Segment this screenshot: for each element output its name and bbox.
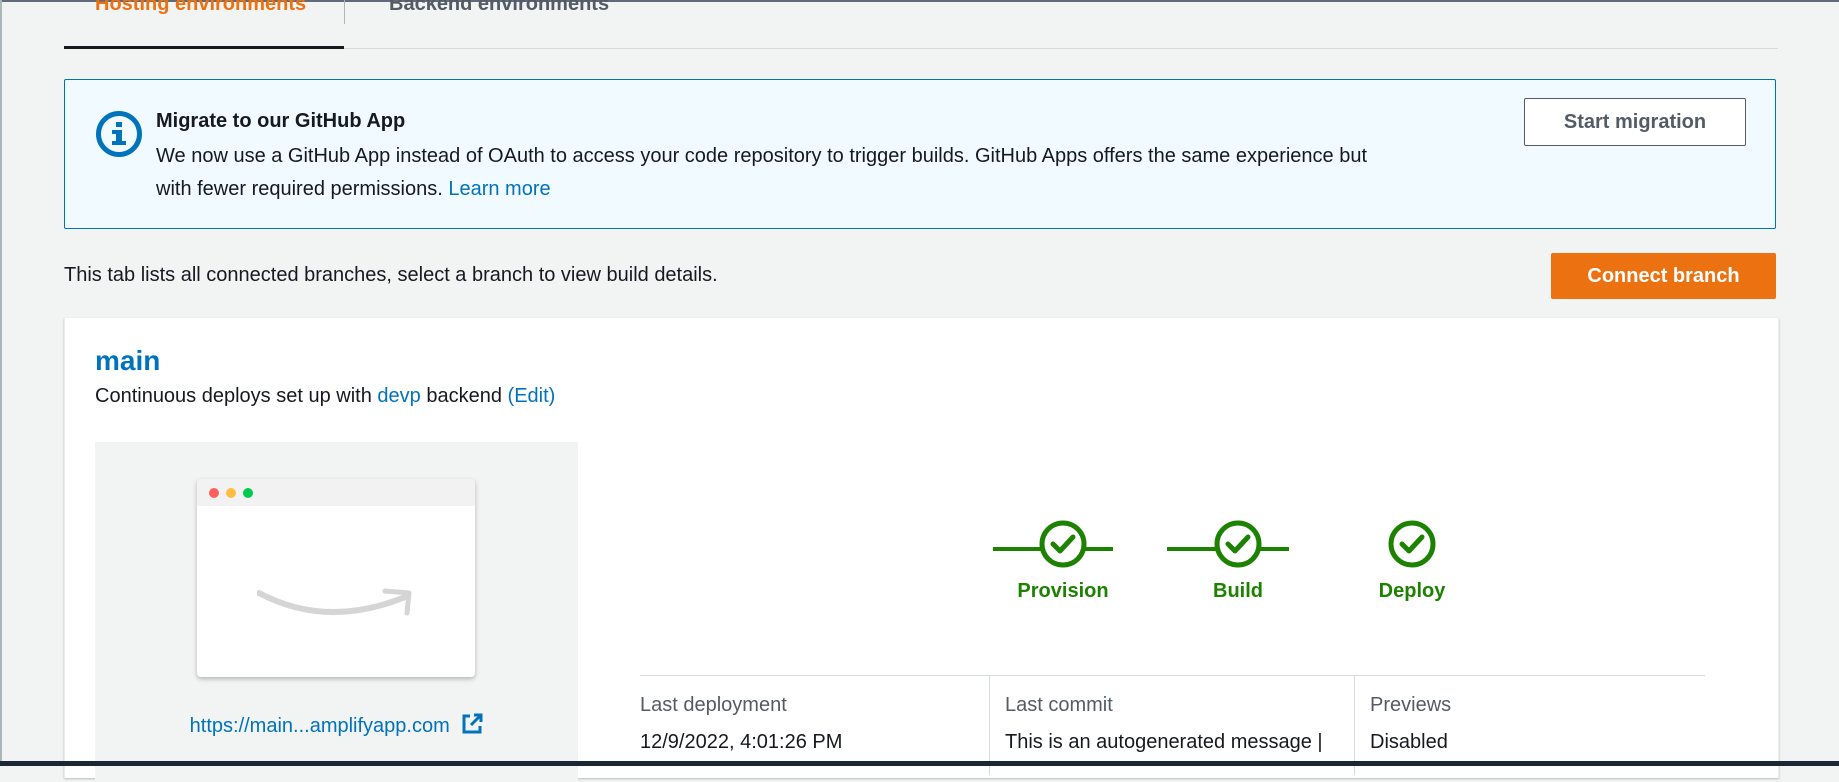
tab-label: Backend environments <box>389 0 610 15</box>
last-deployment-value: 12/9/2022, 4:01:26 PM <box>640 731 843 753</box>
last-commit-value: This is an autogenerated message | <box>1005 731 1323 753</box>
app-url-link[interactable]: https://main...amplifyapp.com <box>95 713 578 738</box>
close-dot-icon <box>209 488 219 498</box>
meta-divider <box>640 675 1705 676</box>
deploy-check-icon <box>1388 520 1436 568</box>
build-pipeline-status: Provision Build Deploy <box>935 520 1505 640</box>
app-preview-panel: https://main...amplifyapp.com <box>95 442 578 782</box>
step-label-build: Build <box>1213 580 1263 602</box>
tab-label: Hosting environments <box>95 0 307 15</box>
banner-title: Migrate to our GitHub App <box>156 110 406 132</box>
backend-env-link[interactable]: devp <box>377 385 420 407</box>
browser-title-bar <box>197 479 475 506</box>
maximize-dot-icon <box>243 488 253 498</box>
backend-info-prefix: Continuous deploys set up with <box>95 385 372 407</box>
step-label-provision: Provision <box>1017 580 1109 602</box>
amazon-smile-logo-icon <box>257 588 412 616</box>
edit-backend-link[interactable]: (Edit) <box>508 385 556 407</box>
provision-check-icon <box>1039 520 1087 568</box>
minimize-dot-icon <box>226 488 236 498</box>
step-label-deploy: Deploy <box>1378 580 1446 602</box>
window-bottom-border <box>0 761 1839 766</box>
banner-text-line2: with fewer required permissions. <box>156 178 443 200</box>
tab-hosting-environments[interactable]: Hosting environments <box>64 0 344 49</box>
last-commit-label: Last commit <box>1005 694 1113 716</box>
external-link-icon <box>462 713 483 734</box>
browser-preview-thumbnail[interactable] <box>197 479 475 677</box>
learn-more-link[interactable]: Learn more <box>448 178 550 200</box>
backend-info-suffix: backend <box>426 385 502 407</box>
info-icon <box>96 111 142 157</box>
meta-column-divider <box>1354 675 1355 775</box>
github-app-migration-banner: Migrate to our GitHub App We now use a G… <box>64 79 1776 229</box>
last-deployment-label: Last deployment <box>640 694 787 716</box>
branches-description: This tab lists all connected branches, s… <box>64 264 718 286</box>
start-migration-button[interactable]: Start migration <box>1524 98 1746 146</box>
window-left-border <box>0 0 2 766</box>
connect-branch-button[interactable]: Connect branch <box>1551 253 1776 299</box>
build-check-icon <box>1214 520 1262 568</box>
environment-tabs: Hosting environments Backend environment… <box>64 0 1778 49</box>
tab-separator <box>344 0 345 24</box>
previews-value: Disabled <box>1370 731 1448 753</box>
branch-backend-info: Continuous deploys set up with devp back… <box>95 385 555 408</box>
banner-message: We now use a GitHub App instead of OAuth… <box>156 140 1456 206</box>
previews-label: Previews <box>1370 694 1452 716</box>
banner-text-line1: We now use a GitHub App instead of OAuth… <box>156 145 1368 167</box>
app-url-text: https://main...amplifyapp.com <box>189 715 450 737</box>
tab-backend-environments[interactable]: Backend environments <box>376 0 636 46</box>
branch-name-link[interactable]: main <box>95 345 160 377</box>
branch-card: main Continuous deploys set up with devp… <box>64 318 1779 782</box>
meta-column-divider <box>989 675 990 775</box>
